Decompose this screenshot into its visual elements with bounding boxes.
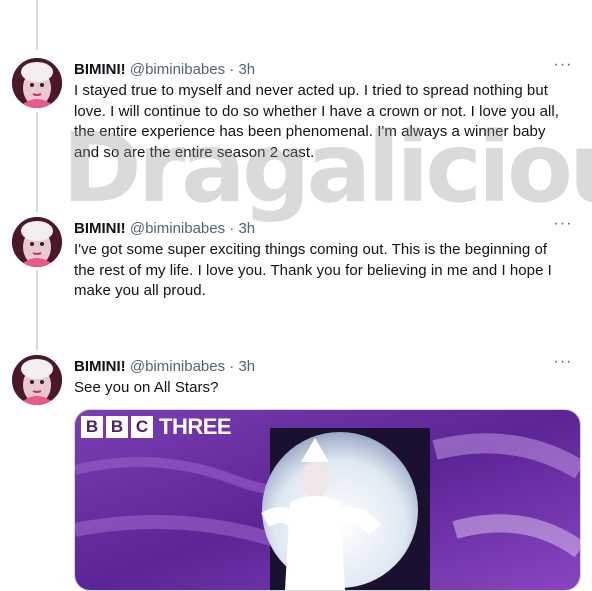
tweet-text: See you on All Stars? bbox=[74, 379, 219, 396]
display-name[interactable]: BIMINI! bbox=[74, 220, 126, 237]
avatar[interactable] bbox=[12, 355, 62, 405]
more-options-icon[interactable]: ··· bbox=[552, 57, 574, 82]
tweet-header: BIMINI! @biminibabes · 3h bbox=[74, 60, 255, 80]
separator: · bbox=[229, 358, 235, 375]
avatar[interactable] bbox=[12, 217, 62, 267]
bbc-logo-letter: B bbox=[81, 416, 103, 438]
bbc-logo-three: THREE bbox=[159, 414, 232, 439]
bbc-logo-letter: C bbox=[131, 416, 153, 438]
tweet-text: I've got some super exciting things comi… bbox=[74, 241, 552, 299]
timestamp[interactable]: 3h bbox=[238, 220, 255, 237]
tweet[interactable]: BIMINI! @biminibabes · 3h ··· I stayed t… bbox=[0, 0, 592, 200]
separator: · bbox=[229, 61, 235, 78]
tweet-media-video[interactable]: B B C THREE bbox=[74, 409, 581, 591]
tweet-header: BIMINI! @biminibabes · 3h bbox=[74, 357, 255, 377]
handle[interactable]: @biminibabes bbox=[130, 61, 225, 78]
display-name[interactable]: BIMINI! bbox=[74, 61, 126, 78]
tweet-text: I stayed true to myself and never acted … bbox=[74, 82, 559, 161]
bbc-logo-letter: B bbox=[106, 416, 128, 438]
timestamp[interactable]: 3h bbox=[238, 61, 255, 78]
handle[interactable]: @biminibabes bbox=[130, 220, 225, 237]
tweet[interactable]: BIMINI! @biminibabes · 3h ··· I've got s… bbox=[0, 210, 592, 350]
more-options-icon[interactable]: ··· bbox=[552, 216, 574, 241]
bbc-three-logo: B B C THREE bbox=[81, 414, 232, 439]
avatar[interactable] bbox=[12, 58, 62, 108]
display-name[interactable]: BIMINI! bbox=[74, 358, 126, 375]
more-options-icon[interactable]: ··· bbox=[552, 354, 574, 379]
handle[interactable]: @biminibabes bbox=[130, 358, 225, 375]
timestamp[interactable]: 3h bbox=[238, 358, 255, 375]
separator: · bbox=[229, 220, 235, 237]
tweet-header: BIMINI! @biminibabes · 3h bbox=[74, 219, 255, 239]
